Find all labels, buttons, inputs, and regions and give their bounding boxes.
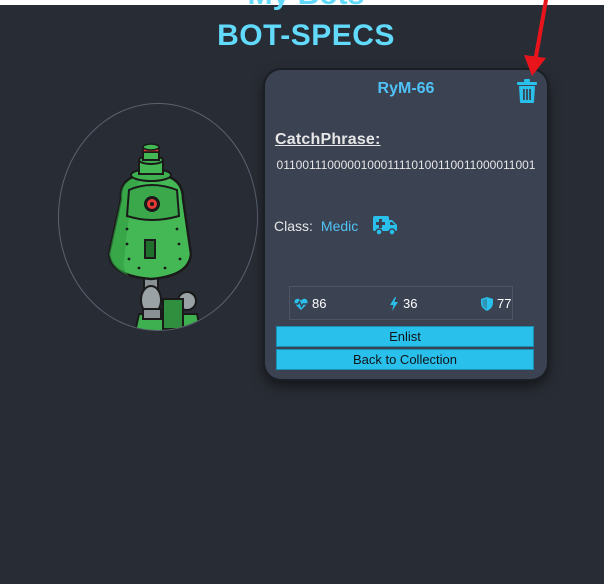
bot-specs-page: My Bots BOT-SPECS (0, 0, 604, 584)
enlist-button[interactable]: Enlist (276, 326, 534, 347)
bot-name: RyM-66 (377, 80, 435, 97)
class-value: Medic (320, 218, 359, 234)
trash-icon (517, 79, 537, 103)
ambulance-icon (373, 216, 398, 235)
bot-avatar (58, 103, 258, 331)
armor-value: 77 (497, 296, 512, 311)
lightning-icon (390, 296, 398, 311)
catchphrase-label: CatchPhrase: (275, 131, 381, 148)
robot-illustration (107, 143, 202, 330)
heartbeat-icon (294, 298, 308, 310)
shield-icon (481, 296, 493, 311)
health-value: 86 (312, 296, 327, 311)
health-stat: 86 (294, 296, 326, 311)
armor-stat: 77 (481, 296, 511, 311)
damage-value: 36 (403, 296, 418, 311)
page-title: BOT-SPECS (217, 19, 395, 52)
bot-stats: 86 36 77 (289, 286, 513, 320)
back-to-collection-button[interactable]: Back to Collection (276, 349, 534, 370)
damage-stat: 36 (389, 296, 417, 311)
cut-off-page-heading: My Bots (0, 0, 604, 12)
class-label: Class: (274, 218, 313, 234)
catchphrase-value: 0110011100000100011110100110011000011001 (276, 158, 536, 172)
bot-spec-card: RyM-66 CatchPhrase: 01100111000001000111… (265, 70, 547, 379)
bot-class-row: Class: Medic (274, 216, 398, 235)
delete-bot-button[interactable] (516, 79, 538, 103)
